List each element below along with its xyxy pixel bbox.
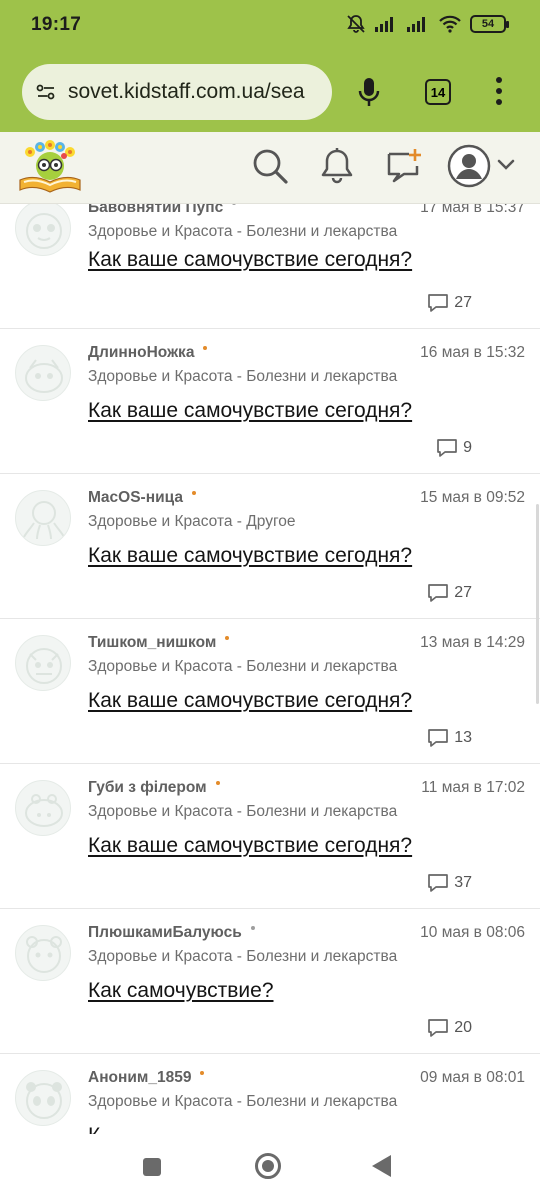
post-category[interactable]: Здоровье и Красота - Болезни и лекарства (88, 948, 397, 966)
site-settings-icon[interactable] (34, 80, 58, 104)
status-dot (200, 1071, 205, 1075)
avatar-image (25, 359, 63, 393)
chevron-down-icon[interactable] (496, 158, 516, 172)
avatar[interactable] (15, 780, 71, 836)
author-name[interactable]: Губи з філером (88, 779, 220, 797)
back-button[interactable] (372, 1155, 391, 1177)
list-item[interactable]: Аноним_1859 09 мая в 08:01 Здоровье и Кр… (0, 1054, 540, 1134)
topic-title[interactable]: Как ваше самочувствие сегодня? (88, 834, 412, 858)
comment-count[interactable]: 20 (426, 1017, 472, 1039)
avatar[interactable] (15, 345, 71, 401)
comment-icon (428, 729, 449, 747)
author-name[interactable]: Бавовнятий Пупс (88, 204, 237, 217)
url-bar[interactable]: sovet.kidstaff.com.ua/sea (22, 64, 332, 120)
post-category[interactable]: Здоровье и Красота - Болезни и лекарства (88, 368, 397, 386)
status-dot (215, 781, 220, 785)
comment-count[interactable]: 27 (426, 292, 472, 314)
signal-icon-2 (407, 17, 425, 32)
status-dot (232, 204, 237, 205)
post-category[interactable]: Здоровье и Красота - Другое (88, 513, 296, 531)
avatar-image (25, 794, 63, 827)
topic-title[interactable]: Как ваше самочувствие сегодня? (88, 248, 412, 272)
url-text[interactable]: sovet.kidstaff.com.ua/sea (68, 80, 305, 104)
avatar-image (26, 648, 62, 684)
post-category[interactable]: Здоровье и Красота - Болезни и лекарства (88, 803, 397, 821)
avatar-image (26, 213, 62, 249)
post-date: 11 мая в 17:02 (421, 779, 525, 796)
list-item[interactable]: Губи з філером 11 мая в 17:02 Здоровье и… (0, 764, 540, 909)
post-date: 16 мая в 15:32 (420, 344, 525, 361)
avatar[interactable] (15, 925, 71, 981)
status-time: 19:17 (31, 14, 82, 35)
author-name[interactable]: ПлюшкамиБалуюсь (88, 924, 255, 942)
list-item[interactable]: Бавовнятий Пупс 17 мая в 15:37 Здоровье … (0, 204, 540, 329)
list-item[interactable]: ПлюшкамиБалуюсь 10 мая в 08:06 Здоровье … (0, 909, 540, 1054)
avatar[interactable] (15, 490, 71, 546)
user-avatar-icon[interactable] (447, 144, 491, 188)
mute-icon (347, 15, 365, 33)
bell-icon[interactable] (318, 146, 356, 186)
avatar-image (23, 501, 65, 540)
avatar-image (26, 936, 62, 973)
site-header (0, 132, 540, 204)
author-name[interactable]: ДлинноНожка (88, 344, 208, 362)
topic-title[interactable]: Как ваше самочувствие сегодня? (88, 399, 412, 423)
status-dot (225, 636, 230, 640)
post-date: 17 мая в 15:37 (420, 204, 525, 216)
avatar[interactable] (15, 204, 71, 256)
topic-title[interactable]: Как самочувствие? (88, 979, 274, 1003)
status-bar: 19:17 54 (0, 0, 540, 54)
comment-count[interactable]: 37 (426, 872, 472, 894)
list-item[interactable]: ДлинноНожка 16 мая в 15:32 Здоровье и Кр… (0, 329, 540, 474)
comment-count[interactable]: 13 (426, 727, 472, 749)
site-logo[interactable] (16, 138, 84, 196)
comment-icon (428, 1019, 449, 1037)
scrollbar[interactable] (536, 504, 539, 704)
wifi-icon (439, 15, 461, 33)
topic-title[interactable]: Как ваше самочувствие сегодня? (88, 544, 412, 568)
avatar-image (26, 1082, 62, 1119)
browser-menu-icon[interactable] (494, 76, 504, 106)
author-name[interactable]: Аноним_1859 (88, 1069, 205, 1087)
comment-count[interactable]: 9 (435, 437, 472, 459)
comment-icon (428, 294, 449, 312)
comment-icon (428, 584, 449, 602)
post-date: 15 мая в 09:52 (420, 489, 525, 506)
comment-icon (437, 439, 457, 457)
topic-title[interactable]: К (88, 1124, 100, 1134)
post-category[interactable]: Здоровье и Красота - Болезни и лекарства (88, 658, 397, 676)
post-date: 13 мая в 14:29 (420, 634, 525, 651)
home-button[interactable] (255, 1153, 281, 1179)
post-category[interactable]: Здоровье и Красота - Болезни и лекарства (88, 1093, 397, 1111)
comment-count[interactable]: 27 (426, 582, 472, 604)
avatar[interactable] (15, 1070, 71, 1126)
post-category[interactable]: Здоровье и Красота - Болезни и лекарства (88, 223, 397, 241)
microphone-icon[interactable] (356, 76, 382, 108)
new-post-icon[interactable] (385, 146, 425, 186)
list-item[interactable]: Тишком_нишком 13 мая в 14:29 Здоровье и … (0, 619, 540, 764)
list-item[interactable]: MacOS-ница 15 мая в 09:52 Здоровье и Кра… (0, 474, 540, 619)
search-icon[interactable] (250, 146, 290, 186)
author-name[interactable]: MacOS-ница (88, 489, 196, 507)
status-dot (250, 926, 255, 930)
status-dot (191, 491, 196, 495)
topic-feed: Бавовнятий Пупс 17 мая в 15:37 Здоровье … (0, 204, 540, 1134)
post-date: 09 мая в 08:01 (420, 1069, 525, 1086)
tab-switcher-button[interactable]: 14 (425, 79, 451, 105)
recents-button[interactable] (143, 1158, 161, 1176)
comment-icon (428, 874, 449, 892)
topic-title[interactable]: Как ваше самочувствие сегодня? (88, 689, 412, 713)
signal-icon (375, 17, 393, 32)
battery-indicator: 54 (470, 15, 509, 33)
system-nav-bar (0, 1134, 540, 1200)
browser-toolbar: sovet.kidstaff.com.ua/sea 14 (0, 54, 540, 132)
author-name[interactable]: Тишком_нишком (88, 634, 230, 652)
post-date: 10 мая в 08:06 (420, 924, 525, 941)
status-dot (203, 346, 208, 350)
avatar[interactable] (15, 635, 71, 691)
status-icons: 54 (346, 14, 509, 34)
